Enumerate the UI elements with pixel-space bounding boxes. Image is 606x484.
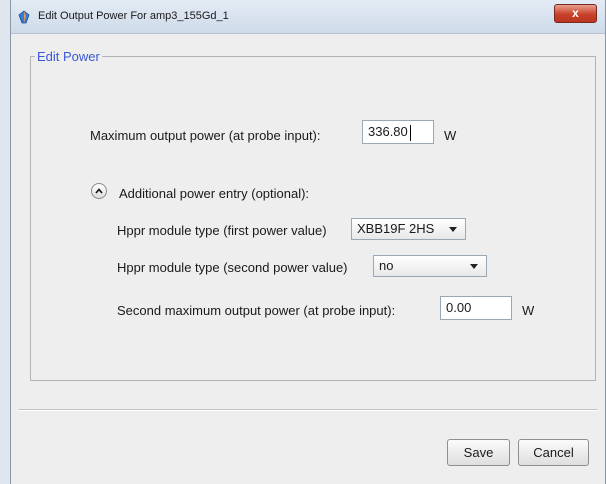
hppr-second-select[interactable]: no [373,255,487,277]
hppr-second-label: Hppr module type (second power value) [117,260,348,275]
hppr-first-select[interactable]: XBB19F 2HS [351,218,466,240]
text-caret [410,125,411,141]
max-power-value: 336.80 [368,124,408,139]
dialog-window: Edit Output Power For amp3_155Gd_1 x Edi… [10,0,606,484]
close-icon: x [572,6,579,20]
group-title: Edit Power [35,49,102,64]
hppr-first-label: Hppr module type (first power value) [117,223,327,238]
window-title: Edit Output Power For amp3_155Gd_1 [38,10,229,22]
max-power-unit: W [444,128,457,143]
hppr-second-value: no [379,258,394,273]
cancel-button[interactable]: Cancel [518,439,589,466]
second-max-power-label: Second maximum output power (at probe in… [117,303,396,318]
app-icon [17,10,31,24]
max-power-label: Maximum output power (at probe input): [90,128,321,143]
second-max-power-input[interactable]: 0.00 [440,296,512,320]
hppr-first-value: XBB19F 2HS [357,221,435,236]
second-max-power-unit: W [522,303,535,318]
save-button[interactable]: Save [447,439,510,466]
edit-power-group [30,56,596,381]
max-power-input[interactable]: 336.80 [362,120,434,144]
dialog-content: Edit Power Maximum output power (at prob… [11,34,605,484]
footer-divider [19,409,597,411]
chevron-up-icon [95,188,103,194]
additional-power-label: Additional power entry (optional): [119,186,310,201]
close-button[interactable]: x [554,4,597,23]
dropdown-arrow-icon [449,227,457,232]
title-bar[interactable]: Edit Output Power For amp3_155Gd_1 x [11,0,605,34]
second-max-power-value: 0.00 [446,300,472,315]
dropdown-arrow-icon [470,264,478,269]
collapse-toggle-button[interactable] [91,183,107,199]
